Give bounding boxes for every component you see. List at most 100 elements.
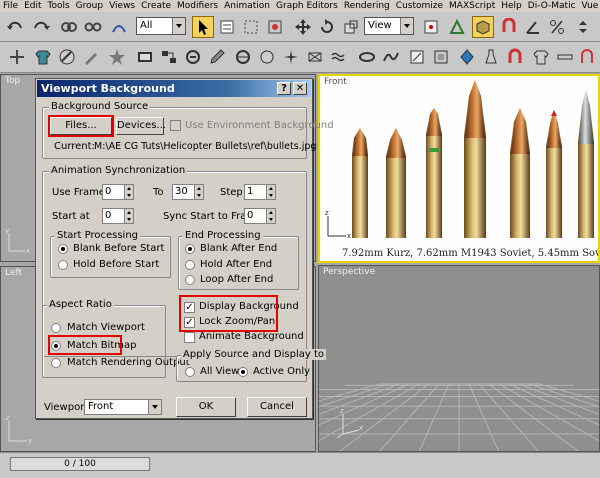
selection-filter-dropdown[interactable]: All (136, 17, 186, 35)
hold-before-start-radio[interactable] (58, 260, 68, 270)
menu-di-o-matic[interactable]: Di-O-Matic (525, 0, 579, 12)
viewport-dropdown[interactable]: Front (84, 399, 162, 415)
wireframe-icon[interactable] (304, 46, 326, 68)
animate-background-checkbox[interactable] (184, 332, 195, 343)
angle-snap-icon[interactable] (522, 16, 544, 38)
unlink-icon[interactable] (82, 16, 104, 38)
shirt-m-icon[interactable] (530, 46, 552, 68)
curve-editor-icon[interactable] (182, 46, 204, 68)
lathe-icon[interactable] (356, 46, 378, 68)
aspect-ratio-legend: Aspect Ratio (47, 299, 114, 310)
reactor-icon[interactable] (456, 46, 478, 68)
rotate-icon[interactable] (316, 16, 338, 38)
sync-start-spinner[interactable]: 0 (244, 208, 276, 224)
keyboard-shortcut-toggle-icon[interactable] (472, 16, 494, 38)
rectangular-selection-icon[interactable] (240, 16, 262, 38)
match-rendering-output-radio[interactable] (51, 358, 61, 368)
spinner-snap-icon[interactable] (572, 16, 594, 38)
blank-before-start-radio[interactable] (58, 244, 68, 254)
menu-graph-editors[interactable]: Graph Editors (273, 0, 341, 12)
pivot-center-icon[interactable] (420, 16, 442, 38)
menu-bar: File Edit Tools Group Views Create Modifiers An… (0, 0, 600, 12)
active-only-radio[interactable] (238, 367, 248, 377)
reaction-bottle-icon[interactable] (480, 46, 502, 68)
schematic-view-icon[interactable] (158, 46, 180, 68)
track-view-icon[interactable] (232, 46, 254, 68)
start-at-spinner[interactable]: 0 (102, 208, 134, 224)
ok-button[interactable]: OK (176, 397, 236, 417)
menu-group[interactable]: Group (73, 0, 106, 12)
hold-after-end-radio[interactable] (185, 260, 195, 270)
hose-icon[interactable] (380, 46, 402, 68)
magnet-icon[interactable] (504, 46, 526, 68)
snaps-toggle-icon[interactable] (498, 16, 520, 38)
select-link-icon[interactable] (58, 16, 80, 38)
wave-icon[interactable] (328, 46, 350, 68)
perspective-viewport[interactable]: Perspective zx (318, 265, 600, 452)
dope-sheet-icon[interactable] (256, 46, 278, 68)
tshirt-icon[interactable] (32, 46, 54, 68)
front-viewport[interactable]: Front 7.92mm Kurz, 7.62mm M1943 Soviet, … (318, 74, 600, 263)
menu-views[interactable]: Views (106, 0, 138, 12)
menu-vue-xstream[interactable]: Vue 7 xStream (579, 0, 600, 12)
object-paint-icon[interactable] (406, 46, 428, 68)
menu-edit[interactable]: Edit (21, 0, 44, 12)
render-frame-icon[interactable] (134, 46, 156, 68)
step-label: Step (220, 187, 243, 198)
use-frame-spinner[interactable]: 0 (102, 184, 134, 200)
secondary-toolbar (0, 42, 600, 73)
step-spinner[interactable]: 1 (244, 184, 276, 200)
display-lock-highlight (179, 295, 278, 332)
frame-counter: 0 / 100 (64, 459, 96, 469)
select-by-name-icon[interactable] (216, 16, 238, 38)
magnet-small-icon[interactable] (576, 46, 598, 68)
help-button[interactable]: ? (277, 82, 291, 95)
snapshot-icon[interactable] (430, 46, 452, 68)
select-manipulate-icon[interactable] (446, 16, 468, 38)
reference-coordinate-dropdown[interactable]: View (364, 17, 414, 35)
loop-after-end-radio[interactable] (185, 275, 195, 285)
all-views-radio[interactable] (185, 367, 195, 377)
redo-icon[interactable] (30, 16, 52, 38)
to-label: To (153, 187, 164, 198)
left-viewport-label[interactable]: Left (5, 268, 22, 278)
menu-modifiers[interactable]: Modifiers (174, 0, 221, 12)
grid-line (528, 383, 599, 408)
percent-snap-icon[interactable] (546, 16, 568, 38)
brush-icon[interactable] (80, 46, 102, 68)
menu-animation[interactable]: Animation (221, 0, 273, 12)
select-object-icon[interactable] (192, 16, 214, 38)
axis-tripod-icon: zy (6, 414, 32, 445)
menu-file[interactable]: File (0, 0, 21, 12)
menu-create[interactable]: Create (138, 0, 174, 12)
cancel-button[interactable]: Cancel (247, 397, 307, 417)
undo-icon[interactable] (4, 16, 26, 38)
top-viewport-label[interactable]: Top (5, 76, 20, 86)
move-icon[interactable] (292, 16, 314, 38)
menu-customize[interactable]: Customize (393, 0, 446, 12)
star-tool-icon[interactable] (106, 46, 128, 68)
menu-tools[interactable]: Tools (45, 0, 73, 12)
blank-after-end-radio[interactable] (185, 244, 195, 254)
bind-space-warp-icon[interactable] (108, 16, 130, 38)
menu-help[interactable]: Help (498, 0, 525, 12)
menu-rendering[interactable]: Rendering (341, 0, 393, 12)
to-spinner[interactable]: 30 (172, 184, 204, 200)
explode-icon[interactable] (280, 46, 302, 68)
window-crossing-icon[interactable] (264, 16, 286, 38)
link-tool-icon[interactable] (6, 46, 28, 68)
dialog-title-bar[interactable]: Viewport Background ? ✕ (37, 80, 311, 97)
close-button[interactable]: ✕ (293, 82, 307, 95)
devices-button[interactable]: Devices... (116, 117, 166, 135)
pencil-icon[interactable] (206, 46, 228, 68)
background-source-legend: Background Source (49, 101, 151, 112)
match-viewport-radio[interactable] (51, 323, 61, 333)
time-slider[interactable]: 0 / 100 (10, 457, 150, 471)
reference-coordinate-value: View (368, 20, 392, 31)
ruler-icon[interactable] (554, 46, 576, 68)
use-environment-checkbox[interactable] (170, 120, 181, 131)
scale-icon[interactable] (340, 16, 362, 38)
hold-after-end-label: Hold After End (200, 259, 273, 270)
menu-maxscript[interactable]: MAXScript (446, 0, 498, 12)
material-editor-icon[interactable] (56, 46, 78, 68)
